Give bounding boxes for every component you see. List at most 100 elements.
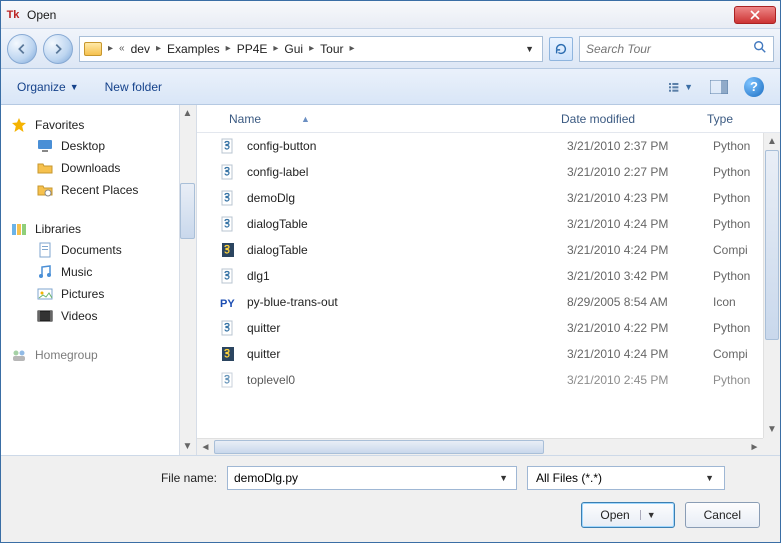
sidebar-item-label: Pictures	[61, 287, 104, 301]
organize-button[interactable]: Organize ▼	[17, 80, 79, 94]
breadcrumb-seg[interactable]: PP4E	[237, 42, 268, 56]
toolbar: Organize ▼ New folder ▼ ?	[1, 69, 780, 105]
file-date: 3/21/2010 4:22 PM	[567, 321, 713, 335]
recent-icon	[37, 182, 53, 198]
file-type: Icon	[713, 295, 736, 309]
file-date: 3/21/2010 4:24 PM	[567, 243, 713, 257]
homegroup-group[interactable]: Homegroup	[1, 341, 196, 365]
forward-button[interactable]	[43, 34, 73, 64]
file-row[interactable]: quitter3/21/2010 4:24 PMCompi	[197, 341, 763, 367]
app-icon: Tk	[5, 7, 21, 23]
column-label: Type	[707, 112, 733, 126]
scroll-right-icon[interactable]: ►	[746, 439, 763, 455]
chevron-icon: ▸	[226, 43, 231, 54]
sidebar-item-music[interactable]: Music	[1, 261, 196, 283]
open-label: Open	[600, 508, 629, 522]
cancel-button[interactable]: Cancel	[685, 502, 760, 528]
sidebar-item-documents[interactable]: Documents	[1, 239, 196, 261]
filetype-combo[interactable]: All Files (*.*) ▼	[527, 466, 725, 490]
file-row[interactable]: dlg13/21/2010 3:42 PMPython	[197, 263, 763, 289]
arrow-right-icon	[51, 42, 65, 56]
horizontal-scrollbar[interactable]: ◄ ►	[197, 438, 763, 455]
breadcrumb-seg[interactable]: Tour	[320, 42, 343, 56]
open-button[interactable]: Open ▼	[581, 502, 674, 528]
sidebar-item-recent[interactable]: Recent Places	[1, 179, 196, 201]
address-bar[interactable]: ▸ « dev ▸ Examples ▸ PP4E ▸ Gui ▸ Tour ▸…	[79, 36, 543, 62]
sidebar-item-desktop[interactable]: Desktop	[1, 135, 196, 157]
file-row[interactable]: config-label3/21/2010 2:27 PMPython	[197, 159, 763, 185]
breadcrumb-seg[interactable]: Gui	[284, 42, 303, 56]
file-date: 3/21/2010 4:24 PM	[567, 347, 713, 361]
file-list-pane: Name ▲ Date modified Type config-button3…	[197, 105, 780, 455]
scroll-thumb[interactable]	[180, 183, 195, 239]
breadcrumb-seg[interactable]: dev	[131, 42, 150, 56]
chevron-icon: «	[119, 43, 125, 54]
scroll-up-icon[interactable]: ▲	[764, 133, 780, 150]
preview-pane-icon	[710, 80, 728, 94]
file-row[interactable]: config-button3/21/2010 2:37 PMPython	[197, 133, 763, 159]
scroll-thumb[interactable]	[214, 440, 544, 454]
file-icon: PY	[219, 293, 237, 311]
search-input[interactable]	[586, 42, 753, 56]
close-button[interactable]	[734, 6, 776, 24]
sidebar-scrollbar[interactable]: ▲ ▼	[179, 105, 196, 455]
favorites-label: Favorites	[35, 118, 84, 132]
views-button[interactable]: ▼	[668, 76, 694, 98]
search-box[interactable]	[579, 36, 774, 62]
search-icon[interactable]	[753, 40, 767, 57]
column-name[interactable]: Name ▲	[219, 112, 551, 126]
column-date[interactable]: Date modified	[551, 112, 697, 126]
videos-icon	[37, 308, 53, 324]
preview-pane-button[interactable]	[706, 76, 732, 98]
sidebar-item-videos[interactable]: Videos	[1, 305, 196, 327]
file-row[interactable]: demoDlg3/21/2010 4:23 PMPython	[197, 185, 763, 211]
file-row[interactable]: quitter3/21/2010 4:22 PMPython	[197, 315, 763, 341]
scroll-down-icon[interactable]: ▼	[179, 438, 196, 455]
titlebar: Tk Open	[1, 1, 780, 29]
breadcrumb-seg[interactable]: Examples	[167, 42, 220, 56]
file-row[interactable]: PYpy-blue-trans-out8/29/2005 8:54 AMIcon	[197, 289, 763, 315]
filetype-label: All Files (*.*)	[536, 471, 703, 485]
homegroup-icon	[11, 347, 27, 363]
sidebar-item-label: Videos	[61, 309, 97, 323]
sidebar-item-downloads[interactable]: Downloads	[1, 157, 196, 179]
file-row[interactable]: toplevel03/21/2010 2:45 PMPython	[197, 367, 763, 393]
favorites-group[interactable]: Favorites	[1, 111, 196, 135]
folder-icon	[37, 160, 53, 176]
refresh-button[interactable]	[549, 37, 573, 61]
filename-input[interactable]	[234, 471, 497, 485]
sidebar-item-pictures[interactable]: Pictures	[1, 283, 196, 305]
filename-combo[interactable]: ▼	[227, 466, 517, 490]
chevron-down-icon[interactable]: ▼	[703, 473, 716, 483]
file-icon	[219, 267, 237, 285]
file-type: Python	[713, 373, 750, 387]
vertical-scrollbar[interactable]: ▲ ▼	[763, 133, 780, 438]
sidebar-item-label: Recent Places	[61, 183, 138, 197]
help-button[interactable]: ?	[744, 77, 764, 97]
back-button[interactable]	[7, 34, 37, 64]
scroll-up-icon[interactable]: ▲	[179, 105, 196, 122]
organize-label: Organize	[17, 80, 66, 94]
chevron-icon: ▸	[156, 43, 161, 54]
column-type[interactable]: Type	[697, 112, 780, 126]
chevron-icon: ▸	[309, 43, 314, 54]
scroll-thumb[interactable]	[765, 150, 779, 340]
scroll-left-icon[interactable]: ◄	[197, 439, 214, 455]
refresh-icon	[554, 42, 568, 56]
libraries-group[interactable]: Libraries	[1, 215, 196, 239]
scrollbar-corner	[763, 438, 780, 455]
file-type: Python	[713, 139, 750, 153]
file-row[interactable]: dialogTable3/21/2010 4:24 PMPython	[197, 211, 763, 237]
new-folder-button[interactable]: New folder	[105, 80, 162, 94]
file-date: 3/21/2010 2:37 PM	[567, 139, 713, 153]
close-icon	[750, 10, 760, 20]
address-dropdown[interactable]: ▼	[521, 44, 538, 54]
file-icon	[219, 345, 237, 363]
chevron-down-icon[interactable]: ▼	[640, 510, 656, 520]
chevron-down-icon[interactable]: ▼	[497, 473, 510, 483]
file-row[interactable]: dialogTable3/21/2010 4:24 PMCompi	[197, 237, 763, 263]
file-type: Python	[713, 321, 750, 335]
window-title: Open	[27, 8, 56, 22]
sidebar-item-label: Documents	[61, 243, 122, 257]
scroll-down-icon[interactable]: ▼	[764, 421, 780, 438]
